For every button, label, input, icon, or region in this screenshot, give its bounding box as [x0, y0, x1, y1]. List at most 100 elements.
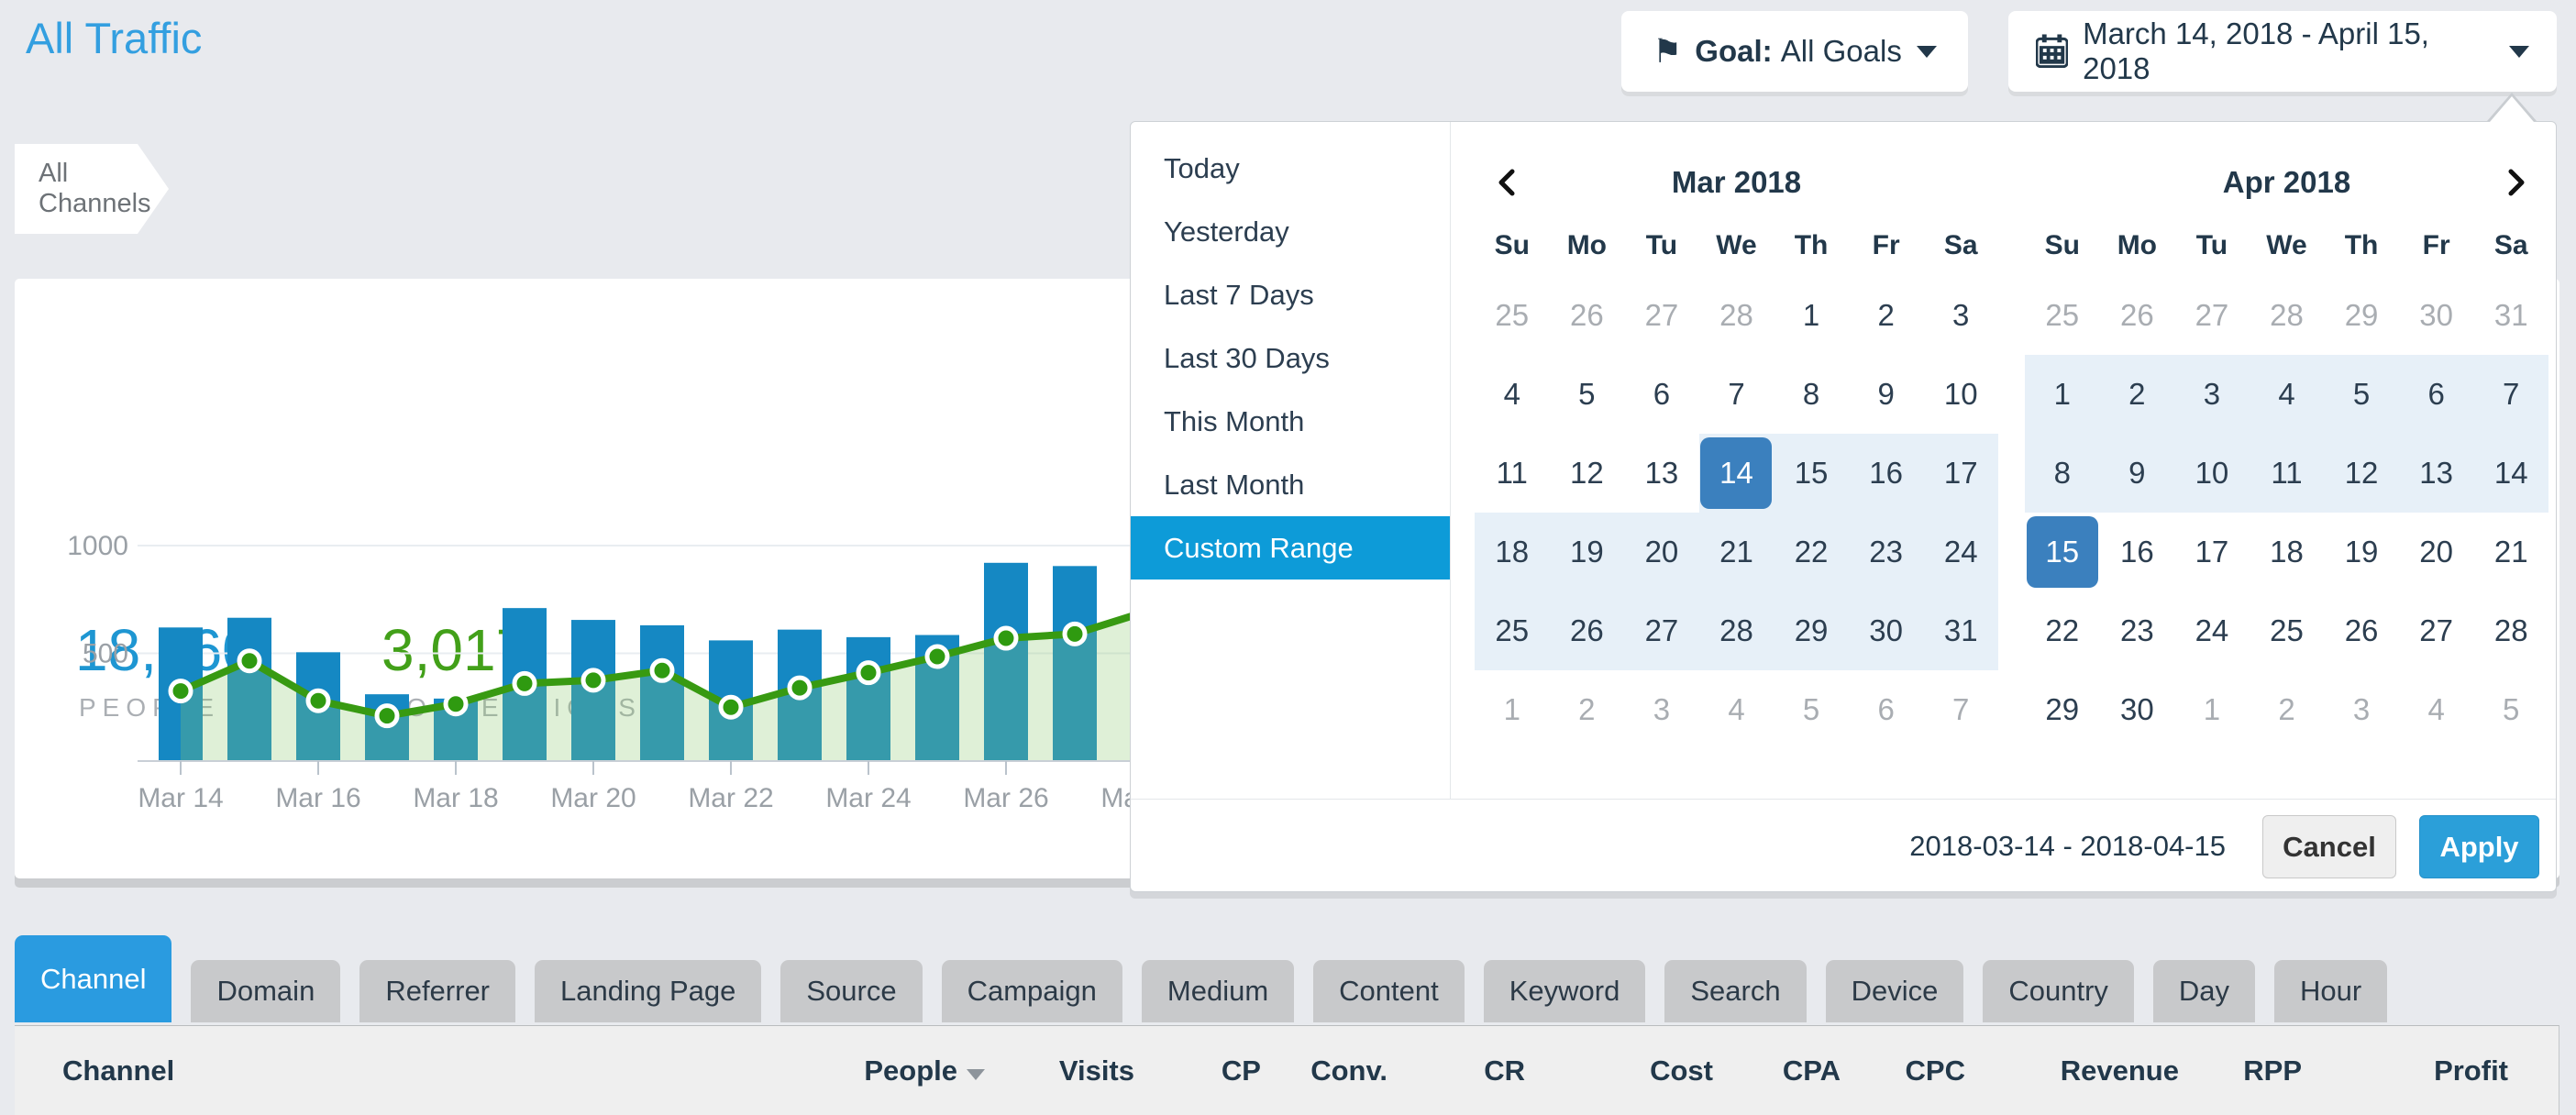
- calendar-day[interactable]: 27: [1624, 591, 1699, 670]
- calendar-day[interactable]: 15: [1774, 434, 1849, 513]
- conversions-point[interactable]: [308, 690, 328, 711]
- calendar-day[interactable]: 3: [1923, 276, 1998, 355]
- calendar-day[interactable]: 31: [1923, 591, 1998, 670]
- tab-campaign[interactable]: Campaign: [942, 960, 1122, 1022]
- column-header-channel[interactable]: Channel: [15, 1054, 820, 1087]
- tab-hour[interactable]: Hour: [2274, 960, 2387, 1022]
- calendar-day[interactable]: 18: [2250, 513, 2325, 591]
- calendar-day[interactable]: 16: [2100, 513, 2175, 591]
- calendar-day[interactable]: 24: [1923, 513, 1998, 591]
- conversions-point[interactable]: [583, 670, 603, 690]
- calendar-day[interactable]: 26: [2324, 591, 2399, 670]
- calendar-day[interactable]: 26: [1550, 276, 1625, 355]
- tab-device[interactable]: Device: [1826, 960, 1964, 1022]
- calendar-day[interactable]: 18: [1475, 513, 1550, 591]
- calendar-day[interactable]: 10: [2174, 434, 2250, 513]
- calendar-day[interactable]: 26: [1550, 591, 1625, 670]
- apply-button[interactable]: Apply: [2419, 815, 2539, 878]
- calendar-day[interactable]: 29: [1774, 591, 1849, 670]
- conversions-point[interactable]: [171, 681, 191, 701]
- conversions-point[interactable]: [239, 651, 260, 671]
- calendar-day[interactable]: 11: [1475, 434, 1550, 513]
- preset-yesterday[interactable]: Yesterday: [1131, 200, 1450, 263]
- calendar-day[interactable]: 24: [2174, 591, 2250, 670]
- calendar-day[interactable]: 17: [2174, 513, 2250, 591]
- tab-landing-page[interactable]: Landing Page: [535, 960, 761, 1022]
- calendar-day[interactable]: 21: [1699, 513, 1774, 591]
- goal-dropdown-button[interactable]: ⚑ Goal: All Goals: [1621, 11, 1968, 92]
- calendar-day[interactable]: 23: [2100, 591, 2175, 670]
- conversions-point[interactable]: [858, 663, 879, 683]
- tab-referrer[interactable]: Referrer: [359, 960, 515, 1022]
- calendar-day[interactable]: 20: [1624, 513, 1699, 591]
- calendar-day[interactable]: 7: [2473, 355, 2548, 434]
- cancel-button[interactable]: Cancel: [2262, 815, 2396, 878]
- calendar-day[interactable]: 25: [2250, 591, 2325, 670]
- calendar-day[interactable]: 13: [1624, 434, 1699, 513]
- calendar-day[interactable]: 12: [1550, 434, 1625, 513]
- preset-last-30-days[interactable]: Last 30 Days: [1131, 326, 1450, 390]
- calendar-day[interactable]: 8: [2025, 434, 2100, 513]
- calendar-day[interactable]: 15: [2025, 513, 2100, 591]
- column-header-cr[interactable]: CR: [1388, 1054, 1525, 1087]
- calendar-day[interactable]: 28: [2473, 591, 2548, 670]
- conversions-point[interactable]: [514, 673, 535, 693]
- calendar-day[interactable]: 6: [1624, 355, 1699, 434]
- calendar-day[interactable]: 7: [1923, 670, 1998, 749]
- column-header-visits[interactable]: Visits: [985, 1054, 1134, 1087]
- next-month-icon[interactable]: [2497, 164, 2534, 201]
- calendar-day[interactable]: 29: [2324, 276, 2399, 355]
- calendar-day[interactable]: 19: [1550, 513, 1625, 591]
- calendar-day[interactable]: 16: [1849, 434, 1924, 513]
- column-header-revenue[interactable]: Revenue: [1965, 1054, 2179, 1087]
- selected-day[interactable]: 15: [2027, 516, 2098, 588]
- date-range-dropdown-button[interactable]: March 14, 2018 - April 15, 2018: [2008, 11, 2557, 92]
- calendar-day[interactable]: 5: [1774, 670, 1849, 749]
- calendar-day[interactable]: 25: [1475, 591, 1550, 670]
- column-header-cpa[interactable]: CPA: [1713, 1054, 1841, 1087]
- calendar-day[interactable]: 1: [1774, 276, 1849, 355]
- calendar-day[interactable]: 25: [1475, 276, 1550, 355]
- preset-last-month[interactable]: Last Month: [1131, 453, 1450, 516]
- calendar-day[interactable]: 19: [2324, 513, 2399, 591]
- preset-last-7-days[interactable]: Last 7 Days: [1131, 263, 1450, 326]
- breadcrumb-all-channels[interactable]: All Channels: [15, 144, 169, 234]
- conversions-point[interactable]: [652, 660, 672, 680]
- calendar-day[interactable]: 30: [2100, 670, 2175, 749]
- calendar-day[interactable]: 7: [1699, 355, 1774, 434]
- calendar-day[interactable]: 30: [2399, 276, 2474, 355]
- calendar-day[interactable]: 4: [2399, 670, 2474, 749]
- calendar-day[interactable]: 4: [1475, 355, 1550, 434]
- calendar-day[interactable]: 9: [1849, 355, 1924, 434]
- conversions-point[interactable]: [927, 646, 947, 667]
- calendar-day[interactable]: 6: [2399, 355, 2474, 434]
- calendar-day[interactable]: 5: [1550, 355, 1625, 434]
- calendar-day[interactable]: 14: [1699, 434, 1774, 513]
- calendar-day[interactable]: 3: [1624, 670, 1699, 749]
- column-header-conv[interactable]: Conv.: [1261, 1054, 1388, 1087]
- calendar-day[interactable]: 2: [2250, 670, 2325, 749]
- calendar-day[interactable]: 28: [1699, 591, 1774, 670]
- selected-day[interactable]: 14: [1700, 437, 1772, 509]
- column-header-cost[interactable]: Cost: [1525, 1054, 1713, 1087]
- preset-today[interactable]: Today: [1131, 137, 1450, 200]
- calendar-day[interactable]: 28: [2250, 276, 2325, 355]
- conversions-point[interactable]: [996, 628, 1016, 648]
- conversions-point[interactable]: [446, 694, 466, 714]
- calendar-day[interactable]: 2: [1849, 276, 1924, 355]
- tab-country[interactable]: Country: [1983, 960, 2134, 1022]
- calendar-day[interactable]: 5: [2324, 355, 2399, 434]
- conversions-point[interactable]: [721, 697, 741, 717]
- tab-search[interactable]: Search: [1664, 960, 1806, 1022]
- calendar-day[interactable]: 4: [1699, 670, 1774, 749]
- calendar-day[interactable]: 21: [2473, 513, 2548, 591]
- tab-content[interactable]: Content: [1313, 960, 1465, 1022]
- calendar-day[interactable]: 9: [2100, 434, 2175, 513]
- column-header-profit[interactable]: Profit: [2302, 1054, 2508, 1087]
- calendar-day[interactable]: 30: [1849, 591, 1924, 670]
- calendar-day[interactable]: 31: [2473, 276, 2548, 355]
- calendar-day[interactable]: 12: [2324, 434, 2399, 513]
- calendar-day[interactable]: 17: [1923, 434, 1998, 513]
- calendar-day[interactable]: 3: [2324, 670, 2399, 749]
- column-header-cp[interactable]: CP: [1134, 1054, 1261, 1087]
